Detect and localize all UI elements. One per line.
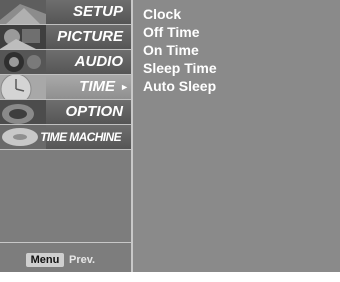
option-thumbnail-icon	[0, 100, 46, 124]
submenu-item-on-time[interactable]: On Time	[143, 41, 217, 59]
submenu-item-off-time[interactable]: Off Time	[143, 23, 217, 41]
sidebar-item-setup[interactable]: SETUP	[0, 0, 131, 25]
sidebar-item-time[interactable]: TIME ►	[0, 75, 131, 100]
sidebar-item-label: PICTURE	[57, 28, 123, 45]
prev-label: Prev.	[69, 254, 96, 266]
menu-key-button[interactable]: Menu	[26, 253, 64, 267]
sidebar-item-option[interactable]: OPTION	[0, 100, 131, 125]
arrow-right-icon: ►	[120, 82, 129, 92]
sidebar-item-label: TIME	[79, 78, 115, 95]
time-thumbnail-icon	[0, 75, 46, 99]
sidebar-item-label: TIME MACHINE	[40, 130, 121, 144]
time-submenu: Clock Off Time On Time Sleep Time Auto S…	[143, 5, 217, 95]
sidebar-item-label: AUDIO	[74, 53, 123, 70]
tv-menu-screen: SETUP PICTURE AUDIO TIME ► OPTION TIME M…	[0, 0, 340, 272]
submenu-item-auto-sleep[interactable]: Auto Sleep	[143, 77, 217, 95]
setup-thumbnail-icon	[0, 0, 46, 24]
submenu-item-sleep-time[interactable]: Sleep Time	[143, 59, 217, 77]
sidebar-item-audio[interactable]: AUDIO	[0, 50, 131, 75]
time-machine-thumbnail-icon	[0, 125, 46, 149]
sidebar-item-time-machine[interactable]: TIME MACHINE	[0, 125, 131, 150]
submenu-item-clock[interactable]: Clock	[143, 5, 217, 23]
audio-thumbnail-icon	[0, 50, 46, 74]
sidebar-item-label: OPTION	[65, 103, 123, 120]
picture-thumbnail-icon	[0, 25, 46, 49]
sidebar-menu: SETUP PICTURE AUDIO TIME ► OPTION TIME M…	[0, 0, 133, 272]
sidebar-item-picture[interactable]: PICTURE	[0, 25, 131, 50]
sidebar-item-label: SETUP	[72, 3, 123, 20]
navigation-hint-bar: Menu Prev.	[0, 242, 131, 272]
